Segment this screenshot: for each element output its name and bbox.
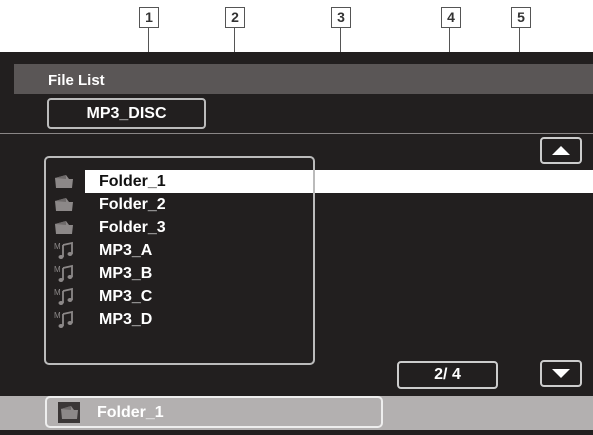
title-bar: File List bbox=[14, 64, 593, 94]
header-divider bbox=[0, 133, 593, 134]
arrow-up-icon bbox=[552, 146, 570, 155]
scroll-down-button[interactable] bbox=[540, 360, 582, 387]
disc-name-label: MP3_DISC bbox=[47, 98, 206, 129]
arrow-down-icon bbox=[552, 369, 570, 378]
callout-3: 3 bbox=[331, 7, 351, 28]
screen-title: File List bbox=[48, 72, 105, 89]
file-list-frame bbox=[44, 156, 315, 365]
page-indicator: 2/ 4 bbox=[397, 361, 498, 389]
callout-5: 5 bbox=[511, 7, 531, 28]
callout-4: 4 bbox=[441, 7, 461, 28]
callout-1: 1 bbox=[139, 7, 159, 28]
file-list-screen: File List MP3_DISC Folder_1 Folder_2 Fol… bbox=[0, 52, 593, 435]
scroll-up-button[interactable] bbox=[540, 137, 582, 164]
current-selection-frame bbox=[45, 396, 383, 428]
callout-2: 2 bbox=[225, 7, 245, 28]
